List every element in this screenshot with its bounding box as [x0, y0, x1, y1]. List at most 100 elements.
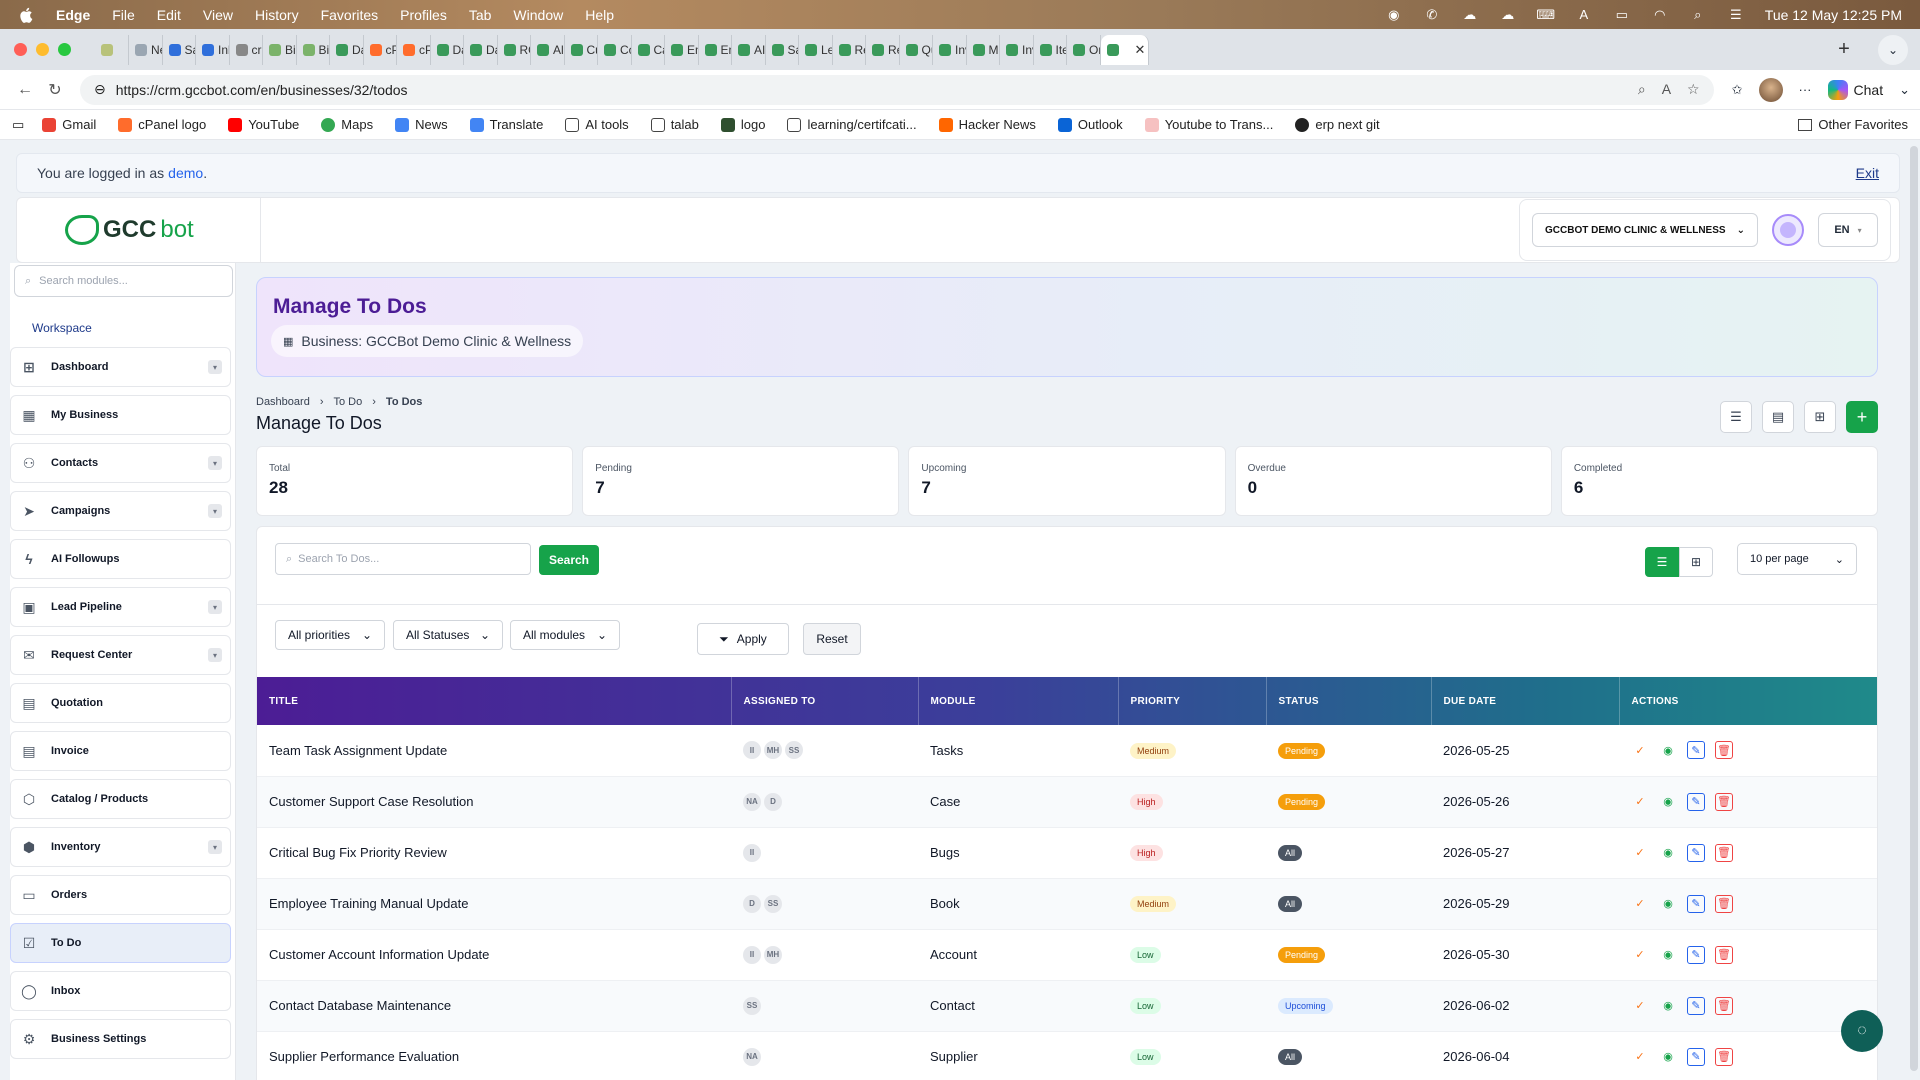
- screen-recorder-icon[interactable]: ◉: [1385, 7, 1403, 23]
- calendar-view-button[interactable]: ▤: [1762, 401, 1794, 433]
- browser-tab[interactable]: Cus: [565, 34, 598, 65]
- cloud-icon[interactable]: ☁: [1499, 7, 1517, 23]
- edit-icon[interactable]: ✎: [1687, 996, 1705, 1015]
- delete-trash-icon[interactable]: 🗑: [1715, 1047, 1733, 1066]
- sidebar-item-inbox[interactable]: ◯ Inbox: [10, 971, 231, 1011]
- back-button[interactable]: ←: [10, 81, 40, 99]
- language-select[interactable]: EN ▾: [1818, 213, 1878, 247]
- keyboard-icon[interactable]: ⌨: [1536, 7, 1555, 23]
- browser-tab[interactable]: Sale: [766, 34, 799, 65]
- apple-icon[interactable]: [18, 6, 36, 24]
- priority-filter-select[interactable]: All priorities ⌄: [275, 620, 385, 650]
- cloud-sync-icon[interactable]: ☁: [1461, 7, 1479, 23]
- phone-icon[interactable]: ✆: [1423, 7, 1441, 23]
- sidebar-item-ai-followups[interactable]: ϟ AI Followups: [10, 539, 231, 579]
- menu-edit[interactable]: Edit: [157, 7, 181, 23]
- business-select[interactable]: GCCBOT DEMO CLINIC & WELLNESS ⌄: [1532, 213, 1758, 247]
- edit-icon[interactable]: ✎: [1687, 945, 1705, 964]
- column-status[interactable]: STATUS: [1266, 677, 1432, 725]
- browser-tab[interactable]: Das: [330, 34, 364, 65]
- browser-tab[interactable]: cPa: [397, 34, 431, 65]
- zoom-icon[interactable]: ⌕: [1638, 81, 1646, 98]
- sidebar-item-quotation[interactable]: ▤ Quotation: [10, 683, 231, 723]
- browser-tab[interactable]: Mar: [967, 34, 1000, 65]
- menu-tab[interactable]: Tab: [469, 7, 492, 23]
- delete-trash-icon[interactable]: 🗑: [1715, 894, 1733, 913]
- table-row[interactable]: Contact Database Maintenance SS Contact Low…: [257, 980, 1877, 1032]
- more-options-icon[interactable]: ···: [1799, 82, 1812, 97]
- column-assigned[interactable]: ASSIGNED TO: [731, 677, 919, 725]
- bookmark-maps[interactable]: Maps: [321, 117, 373, 132]
- sidebar-item-campaigns[interactable]: ➤ Campaigns ▾: [10, 491, 231, 531]
- browser-tab[interactable]: Inbo: [196, 34, 230, 65]
- sidebar-item-my-business[interactable]: ▦ My Business: [10, 395, 231, 435]
- browser-tab[interactable]: New: [129, 34, 163, 65]
- table-row[interactable]: Critical Bug Fix Priority Review II Bugs Hi…: [257, 827, 1877, 879]
- mark-complete-icon[interactable]: ✓: [1631, 895, 1649, 913]
- sidebar-item-dashboard[interactable]: ⊞ Dashboard ▾: [10, 347, 231, 387]
- bookmark-outlook[interactable]: Outlook: [1057, 117, 1123, 132]
- bookmark-youtube-trans[interactable]: Youtube to Trans...: [1144, 117, 1273, 132]
- browser-tab[interactable]: Req: [866, 34, 900, 65]
- sidebar-item-orders[interactable]: ▭ Orders: [10, 875, 231, 915]
- menu-file[interactable]: File: [112, 7, 135, 23]
- menu-view[interactable]: View: [203, 7, 233, 23]
- search-button[interactable]: Search: [539, 545, 599, 575]
- browser-tab[interactable]: Ema: [665, 34, 699, 65]
- chevron-down-icon[interactable]: ⌄: [1899, 82, 1910, 98]
- page-scrollbar[interactable]: [1910, 146, 1918, 1071]
- edit-icon[interactable]: ✎: [1687, 741, 1705, 760]
- browser-tab[interactable]: Inve: [1000, 34, 1034, 65]
- table-row[interactable]: Supplier Performance Evaluation NA Supplie…: [257, 1031, 1877, 1080]
- per-page-select[interactable]: 10 per page ⌄: [1737, 543, 1857, 575]
- breadcrumb-dashboard[interactable]: Dashboard: [256, 396, 310, 408]
- tab-actions-menu[interactable]: ⌄: [1878, 34, 1908, 65]
- profile-avatar[interactable]: [1758, 77, 1783, 102]
- reading-mode-icon[interactable]: ▭: [12, 117, 24, 133]
- edit-icon[interactable]: ✎: [1687, 1047, 1705, 1066]
- list-view-button[interactable]: ☰: [1720, 401, 1752, 433]
- bookmark-gmail[interactable]: Gmail: [42, 117, 96, 132]
- browser-tab[interactable]: Ord: [1067, 34, 1101, 65]
- browser-tab[interactable]: cPa: [364, 34, 397, 65]
- browser-tab[interactable]: Sam: [163, 34, 196, 65]
- sidebar-item-lead-pipeline[interactable]: ▣ Lead Pipeline ▾: [10, 587, 231, 627]
- menu-help[interactable]: Help: [585, 7, 614, 23]
- edit-icon[interactable]: ✎: [1687, 843, 1705, 862]
- todo-search-input[interactable]: ⌕ Search To Dos...: [275, 543, 531, 575]
- view-eye-icon[interactable]: ◉: [1659, 793, 1677, 811]
- read-aloud-icon[interactable]: A: [1662, 81, 1671, 98]
- status-filter-select[interactable]: All Statuses ⌄: [393, 620, 503, 650]
- table-row[interactable]: Customer Account Information Update II MH A…: [257, 929, 1877, 981]
- card-layout-button[interactable]: ⊞: [1679, 547, 1713, 577]
- menu-window[interactable]: Window: [513, 7, 563, 23]
- table-row[interactable]: Customer Support Case Resolution NA D Case H…: [257, 776, 1877, 828]
- browser-tab[interactable]: ROI: [498, 34, 531, 65]
- bookmark-youtube[interactable]: YouTube: [228, 117, 299, 132]
- chevron-down-icon[interactable]: ▾: [208, 456, 222, 470]
- site-info-icon[interactable]: ⊖: [94, 81, 106, 98]
- sidebar-item-inventory[interactable]: ⬢ Inventory ▾: [10, 827, 231, 867]
- table-layout-button[interactable]: ☰: [1645, 547, 1679, 577]
- edit-icon[interactable]: ✎: [1687, 792, 1705, 811]
- chevron-down-icon[interactable]: ▾: [208, 600, 222, 614]
- delete-trash-icon[interactable]: 🗑: [1715, 945, 1733, 964]
- delete-trash-icon[interactable]: 🗑: [1715, 843, 1733, 862]
- table-row[interactable]: Employee Training Manual Update D SS Book Me…: [257, 878, 1877, 930]
- chevron-down-icon[interactable]: ▾: [208, 504, 222, 518]
- menu-profiles[interactable]: Profiles: [400, 7, 447, 23]
- user-avatar[interactable]: [1772, 214, 1804, 246]
- column-module[interactable]: MODULE: [918, 677, 1119, 725]
- browser-tab[interactable]: All E: [531, 34, 565, 65]
- bookmark-ai-tools[interactable]: AI tools: [565, 117, 629, 132]
- new-tab-button[interactable]: +: [1824, 38, 1864, 61]
- delete-trash-icon[interactable]: 🗑: [1715, 741, 1733, 760]
- address-bar[interactable]: ⊖ https://crm.gccbot.com/en/businesses/3…: [80, 74, 1714, 105]
- spotlight-search-icon[interactable]: ⌕: [1689, 7, 1707, 23]
- view-eye-icon[interactable]: ◉: [1659, 895, 1677, 913]
- browser-tab[interactable]: Req: [833, 34, 866, 65]
- edit-icon[interactable]: ✎: [1687, 894, 1705, 913]
- column-priority[interactable]: PRIORITY: [1118, 677, 1267, 725]
- bookmark-talab[interactable]: talab: [650, 117, 699, 132]
- menu-favorites[interactable]: Favorites: [321, 7, 379, 23]
